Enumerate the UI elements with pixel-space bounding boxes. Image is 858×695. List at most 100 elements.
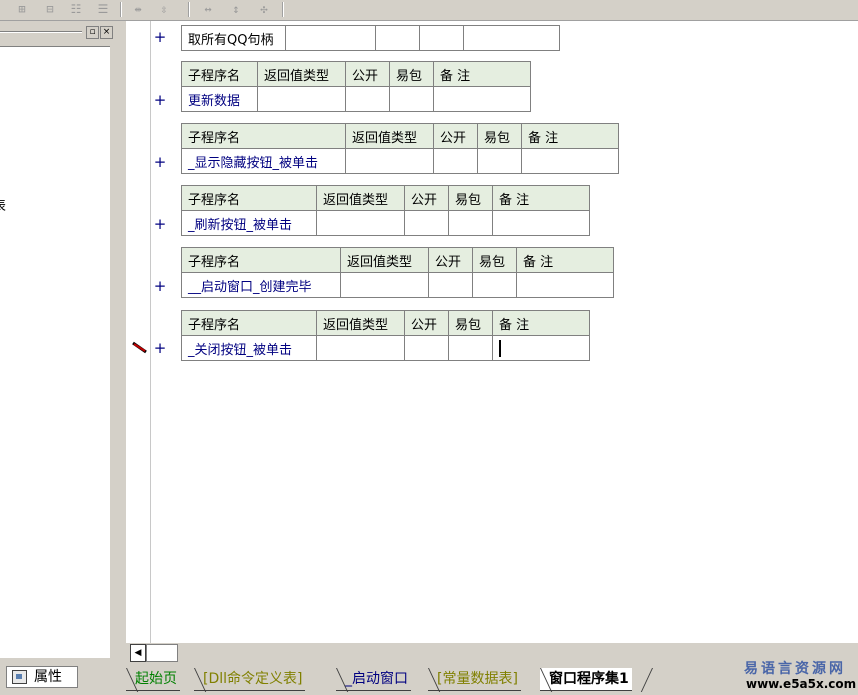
header-return-type: 返回值类型 — [257, 61, 346, 87]
header-remark: 备 注 — [492, 310, 590, 336]
header-return-type: 返回值类型 — [345, 123, 434, 149]
properties-tab-label: 属性 — [34, 669, 62, 685]
panel-tree-area[interactable]: 表 — [0, 46, 111, 658]
subroutine-name-cell[interactable]: _刷新按钮_被单击 — [181, 210, 317, 236]
declaration-table: 取所有QQ句柄 — [181, 25, 560, 51]
public-cell[interactable] — [404, 335, 449, 361]
header-public: 公开 — [428, 247, 473, 273]
tab-startup-window[interactable]: _启动窗口 — [336, 668, 411, 691]
properties-icon — [12, 670, 27, 684]
header-easy-pack: 易包 — [477, 123, 522, 149]
header-name: 子程序名 — [181, 185, 317, 211]
expand-icon[interactable]: + — [153, 277, 167, 295]
subroutine-name-cell[interactable]: 更新数据 — [181, 86, 258, 112]
remark-cell[interactable] — [521, 148, 619, 174]
expand-icon[interactable]: + — [153, 28, 167, 46]
table-toolbar: ⊞ ⊟ ☷ ☰ ⇹ ⇳ ↔ ↕ ✣ — [0, 0, 858, 21]
public-cell[interactable] — [404, 210, 449, 236]
return-type-cell[interactable] — [316, 210, 405, 236]
public-cell[interactable] — [433, 148, 478, 174]
fit-height-icon[interactable]: ↕ — [226, 1, 246, 18]
table-split-icon[interactable]: ☰ — [93, 1, 113, 18]
header-remark: 备 注 — [516, 247, 614, 273]
subroutine-name-cell[interactable]: 取所有QQ句柄 — [181, 25, 286, 51]
empty-cell[interactable] — [463, 25, 560, 51]
tab-label: [Dll命令定义表] — [203, 671, 303, 687]
easy-pack-cell[interactable] — [448, 210, 493, 236]
expand-icon[interactable]: + — [153, 339, 167, 357]
panel-grip[interactable] — [0, 31, 82, 33]
empty-cell[interactable] — [419, 25, 464, 51]
edit-pen-icon — [132, 341, 147, 354]
header-remark: 备 注 — [433, 61, 531, 87]
header-easy-pack: 易包 — [389, 61, 434, 87]
remark-cell[interactable] — [492, 210, 590, 236]
properties-tab[interactable]: 属性 — [6, 666, 78, 688]
editor-gutter — [126, 21, 151, 643]
scroll-track[interactable] — [146, 644, 178, 662]
tab-constants[interactable]: [常量数据表] — [428, 668, 521, 691]
panel-restore-button[interactable]: ▫ — [86, 26, 99, 39]
header-easy-pack: 易包 — [448, 310, 493, 336]
subroutine-table: 子程序名 返回值类型 公开 易包 备 注 更新数据 — [181, 61, 531, 112]
tab-window-assembly[interactable]: 窗口程序集1 — [540, 668, 632, 691]
easy-pack-cell[interactable] — [448, 335, 493, 361]
remark-cell[interactable] — [492, 335, 590, 361]
expand-icon[interactable]: + — [153, 153, 167, 171]
header-easy-pack: 易包 — [448, 185, 493, 211]
subroutine-name-cell[interactable]: _显示隐藏按钮_被单击 — [181, 148, 346, 174]
header-easy-pack: 易包 — [472, 247, 517, 273]
panel-scrollbar[interactable] — [110, 46, 118, 658]
col-width-icon[interactable]: ⇹ — [128, 1, 148, 18]
return-type-cell[interactable] — [345, 148, 434, 174]
public-cell[interactable] — [428, 272, 473, 298]
tab-label: _启动窗口 — [345, 671, 408, 687]
easy-pack-cell[interactable] — [389, 86, 434, 112]
table-merge-icon[interactable]: ☷ — [66, 1, 86, 18]
header-name: 子程序名 — [181, 61, 258, 87]
left-arrow-icon: ◀ — [134, 648, 142, 658]
return-type-cell[interactable] — [340, 272, 429, 298]
restore-icon: ▫ — [89, 27, 96, 37]
truncated-tree-item[interactable]: 表 — [0, 195, 6, 214]
expand-icon[interactable]: + — [153, 91, 167, 109]
fit-width-icon[interactable]: ↔ — [198, 1, 218, 18]
panel-title-bar[interactable]: ▫ × — [0, 25, 116, 39]
return-type-cell[interactable] — [316, 335, 405, 361]
empty-cell[interactable] — [285, 25, 376, 51]
easy-pack-cell[interactable] — [472, 272, 517, 298]
subroutine-table: 子程序名 返回值类型 公开 易包 备 注 __启动窗口_创建完毕 — [181, 247, 614, 298]
horizontal-scrollbar[interactable]: ◀ — [130, 644, 178, 662]
fit-all-icon[interactable]: ✣ — [254, 1, 274, 18]
header-name: 子程序名 — [181, 123, 346, 149]
table-insert-col-icon[interactable]: ⊞ — [12, 1, 32, 18]
header-name: 子程序名 — [181, 247, 341, 273]
easy-pack-cell[interactable] — [477, 148, 522, 174]
header-public: 公开 — [404, 310, 449, 336]
expand-icon[interactable]: + — [153, 215, 167, 233]
watermark-url: www.e5a5x.com — [746, 677, 857, 691]
remark-cell[interactable] — [433, 86, 531, 112]
close-icon: × — [102, 27, 111, 37]
table-row-icon[interactable]: ⊟ — [40, 1, 60, 18]
subroutine-table: 子程序名 返回值类型 公开 易包 备 注 _显示隐藏按钮_被单击 — [181, 123, 619, 174]
row-height-icon[interactable]: ⇳ — [154, 1, 174, 18]
scroll-left-button[interactable]: ◀ — [130, 644, 146, 662]
header-return-type: 返回值类型 — [316, 310, 405, 336]
header-public: 公开 — [433, 123, 478, 149]
header-return-type: 返回值类型 — [316, 185, 405, 211]
toolbar-separator — [282, 2, 284, 17]
remark-cell[interactable] — [516, 272, 614, 298]
public-cell[interactable] — [345, 86, 390, 112]
code-editor[interactable]: + 取所有QQ句柄 + 子程序名 返回值类型 公开 易包 备 注 更新数据 + — [126, 21, 858, 643]
subroutine-name-cell[interactable]: _关闭按钮_被单击 — [181, 335, 317, 361]
return-type-cell[interactable] — [257, 86, 346, 112]
tab-start-page[interactable]: 起始页 — [126, 668, 180, 691]
subroutine-name-cell[interactable]: __启动窗口_创建完毕 — [181, 272, 341, 298]
tab-label: 起始页 — [135, 671, 177, 687]
tab-dll-commands[interactable]: [Dll命令定义表] — [194, 668, 306, 691]
panel-close-button[interactable]: × — [100, 26, 113, 39]
empty-cell[interactable] — [375, 25, 420, 51]
header-name: 子程序名 — [181, 310, 317, 336]
tab-label: [常量数据表] — [437, 671, 518, 687]
